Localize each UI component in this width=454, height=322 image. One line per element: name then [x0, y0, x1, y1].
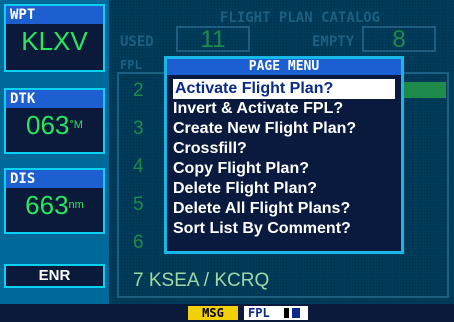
wpt-value: KLXV	[6, 28, 103, 54]
list-item[interactable]: 5	[133, 194, 144, 216]
menu-item-delete-all-flight-plans[interactable]: Delete All Flight Plans?	[173, 199, 350, 219]
used-count: 11	[176, 26, 250, 52]
dis-value-text: 663	[25, 190, 69, 220]
gps-screen: WPT KLXV DTK 063°M DIS 663nm ENR FLIGHT …	[0, 0, 454, 322]
menu-item-create-new-flight-plan[interactable]: Create New Flight Plan?	[173, 119, 356, 139]
dtk-value: 063°M	[6, 112, 103, 138]
page-menu-title: PAGE MENU	[167, 59, 401, 75]
empty-count: 8	[362, 26, 436, 52]
list-item[interactable]: 3	[133, 118, 144, 140]
dis-unit: nm	[68, 199, 84, 211]
menu-item-sort-list-by-comment[interactable]: Sort List By Comment?	[173, 219, 351, 239]
page-indicator-label: FPL	[248, 306, 270, 320]
wpt-label: WPT	[6, 6, 103, 24]
wpt-field: WPT KLXV	[4, 4, 105, 72]
list-item[interactable]: 4	[133, 156, 144, 178]
wpt-value-text: KLXV	[21, 26, 88, 56]
data-field-column: WPT KLXV DTK 063°M DIS 663nm ENR	[0, 0, 109, 304]
dis-field: DIS 663nm	[4, 168, 105, 234]
dtk-field: DTK 063°M	[4, 88, 105, 154]
list-item[interactable]: 2	[133, 80, 144, 102]
menu-item-activate-flight-plan[interactable]: Activate Flight Plan?	[173, 79, 395, 99]
used-label: USED	[120, 34, 154, 50]
menu-item-copy-flight-plan[interactable]: Copy Flight Plan?	[173, 159, 309, 179]
status-bar: MSG FPL	[0, 304, 454, 322]
fpl-column-header: FPL	[120, 58, 142, 72]
catalog-title: FLIGHT PLAN CATALOG	[219, 10, 381, 26]
dtk-value-text: 063	[26, 110, 70, 140]
empty-label: EMPTY	[312, 34, 355, 50]
page-menu: PAGE MENU Activate Flight Plan? Invert &…	[164, 56, 404, 254]
menu-item-crossfill[interactable]: Crossfill?	[173, 139, 247, 159]
menu-item-delete-flight-plan[interactable]: Delete Flight Plan?	[173, 179, 317, 199]
menu-item-invert-activate-fpl[interactable]: Invert & Activate FPL?	[173, 99, 343, 119]
page-position-marker-icon	[292, 308, 300, 318]
list-item[interactable]: 7 KSEA / KCRQ	[133, 270, 269, 292]
msg-annunciator[interactable]: MSG	[188, 306, 238, 320]
dis-label: DIS	[6, 170, 103, 188]
page-indicator: FPL	[244, 306, 308, 320]
page-position-icon	[284, 308, 289, 318]
row-highlight	[400, 82, 446, 98]
dtk-unit: °M	[69, 119, 83, 131]
dtk-label: DTK	[6, 90, 103, 108]
dis-value: 663nm	[6, 192, 103, 218]
list-item[interactable]: 6	[133, 232, 144, 254]
nav-mode-indicator: ENR	[4, 264, 105, 288]
